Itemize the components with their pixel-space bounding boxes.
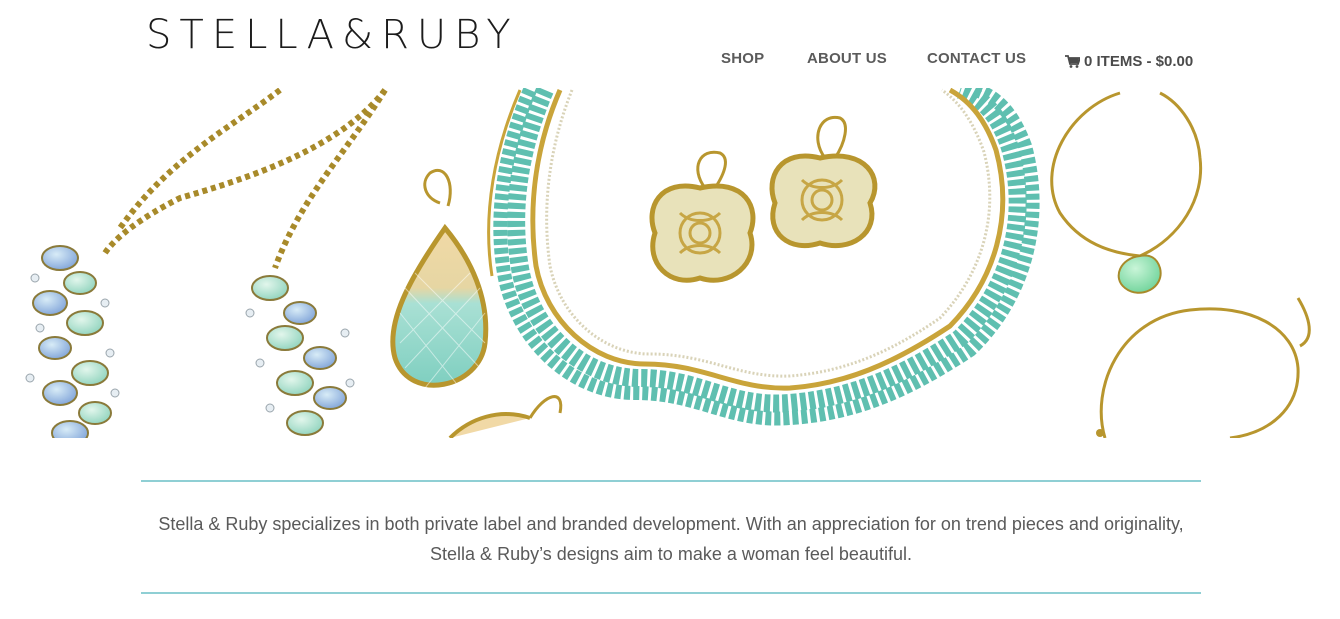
hero-banner: [0, 88, 1340, 438]
jewelry-banner-image: [25, 88, 1311, 438]
nav-contact-us-link[interactable]: CONTACT US: [927, 50, 1026, 67]
cart-summary: 0 ITEMS - $0.00: [1084, 53, 1194, 70]
brand-logo[interactable]: STELLA&RUBY: [146, 12, 519, 58]
divider-bottom: [141, 592, 1201, 594]
shopping-cart-icon: [1065, 55, 1080, 68]
nav-shop-link[interactable]: SHOP: [721, 50, 764, 67]
nav-about-us-link[interactable]: ABOUT US: [807, 50, 887, 67]
main-nav: SHOP ABOUT US CONTACT US 0 ITEMS - $0.00: [700, 50, 1210, 74]
intro-text: Stella & Ruby specializes in both privat…: [158, 514, 1184, 564]
cart-link[interactable]: 0 ITEMS - $0.00: [1065, 53, 1193, 70]
page: STELLA&RUBY SHOP ABOUT US CONTACT US 0 I…: [0, 0, 1340, 619]
divider-top: [141, 480, 1201, 482]
